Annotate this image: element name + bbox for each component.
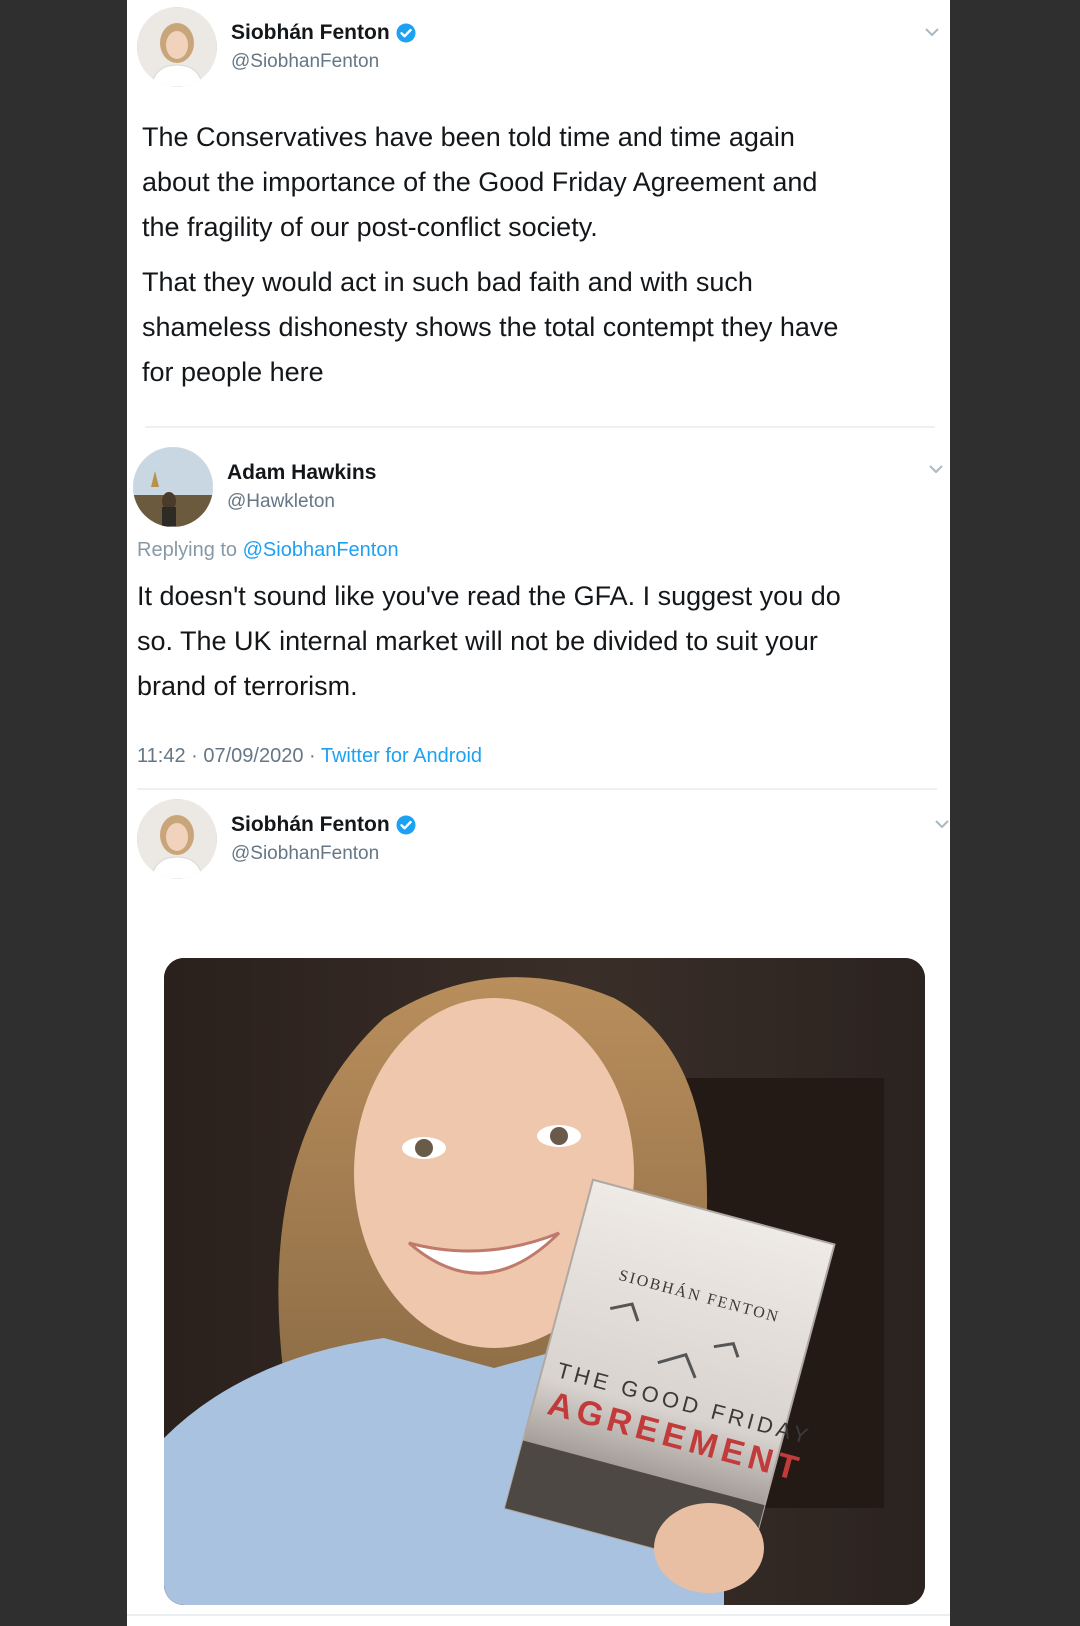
chevron-down-icon[interactable]: [927, 463, 945, 475]
chevron-down-icon[interactable]: [933, 818, 950, 830]
text-line: so. The UK internal market will not be d…: [137, 626, 818, 656]
text-line: It doesn't sound like you've read the GF…: [137, 581, 841, 611]
avatar[interactable]: [137, 799, 217, 879]
author-display-name[interactable]: Siobhán Fenton: [231, 21, 390, 45]
replying-to-handle-link[interactable]: @SiobhanFenton: [243, 539, 399, 561]
author-block: Adam Hawkins @Hawkleton: [227, 461, 376, 513]
tweet1-text: The Conservatives have been told time an…: [142, 115, 838, 395]
text-line: the fragility of our post-conflict socie…: [142, 212, 598, 242]
avatar[interactable]: [133, 447, 213, 527]
name-row: Siobhán Fenton: [231, 21, 416, 45]
avatar-image: [137, 7, 217, 87]
author-block: Siobhán Fenton @SiobhanFenton: [231, 813, 416, 865]
divider: [145, 426, 935, 428]
text-line: That they would act in such bad faith an…: [142, 267, 753, 297]
author-display-name[interactable]: Adam Hawkins: [227, 461, 376, 485]
tweet1-header: Siobhán Fenton @SiobhanFenton: [137, 7, 416, 87]
replying-to-label: Replying to: [137, 539, 238, 561]
author-handle[interactable]: @Hawkleton: [227, 491, 376, 513]
tweet-photo[interactable]: SIOBHÁN FENTON THE GOOD FRIDAY AGREEMENT: [164, 958, 925, 1605]
author-handle[interactable]: @SiobhanFenton: [231, 51, 416, 73]
client-link[interactable]: Twitter for Android: [321, 745, 482, 767]
author-display-name[interactable]: Siobhán Fenton: [231, 813, 390, 837]
divider: [137, 788, 937, 790]
author-handle[interactable]: @SiobhanFenton: [231, 843, 416, 865]
name-row: Siobhán Fenton: [231, 813, 416, 837]
avatar-image: [133, 447, 213, 527]
tweet1-paragraph-1: The Conservatives have been told time an…: [142, 115, 838, 250]
chevron-down-icon[interactable]: [923, 26, 941, 38]
quoted-tweet-header: Adam Hawkins @Hawkleton: [133, 447, 376, 527]
timestamp-text[interactable]: 11:42 · 07/09/2020 ·: [137, 745, 316, 767]
text-line: for people here: [142, 357, 324, 387]
verified-badge-icon: [396, 23, 416, 43]
verified-badge-icon: [396, 815, 416, 835]
quoted-tweet-text: It doesn't sound like you've read the GF…: [137, 574, 841, 709]
text-line: The Conservatives have been told time an…: [142, 122, 795, 152]
screenshot-frame: Siobhán Fenton @SiobhanFenton The Conser…: [127, 0, 950, 1626]
quoted-tweet-paragraph: It doesn't sound like you've read the GF…: [137, 574, 841, 709]
divider: [127, 1614, 950, 1616]
name-row: Adam Hawkins: [227, 461, 376, 485]
avatar-image: [137, 799, 217, 879]
photo-image: SIOBHÁN FENTON THE GOOD FRIDAY AGREEMENT: [164, 958, 925, 1605]
text-line: shameless dishonesty shows the total con…: [142, 312, 839, 342]
tweet1-paragraph-2: That they would act in such bad faith an…: [142, 260, 838, 395]
author-block: Siobhán Fenton @SiobhanFenton: [231, 21, 416, 73]
replying-to: Replying to @SiobhanFenton: [137, 539, 399, 562]
text-line: about the importance of the Good Friday …: [142, 167, 818, 197]
text-line: brand of terrorism.: [137, 671, 358, 701]
tweet-timestamp: 11:42 · 07/09/2020 · Twitter for Android: [137, 745, 482, 768]
avatar[interactable]: [137, 7, 217, 87]
tweet2-header: Siobhán Fenton @SiobhanFenton: [137, 799, 416, 879]
